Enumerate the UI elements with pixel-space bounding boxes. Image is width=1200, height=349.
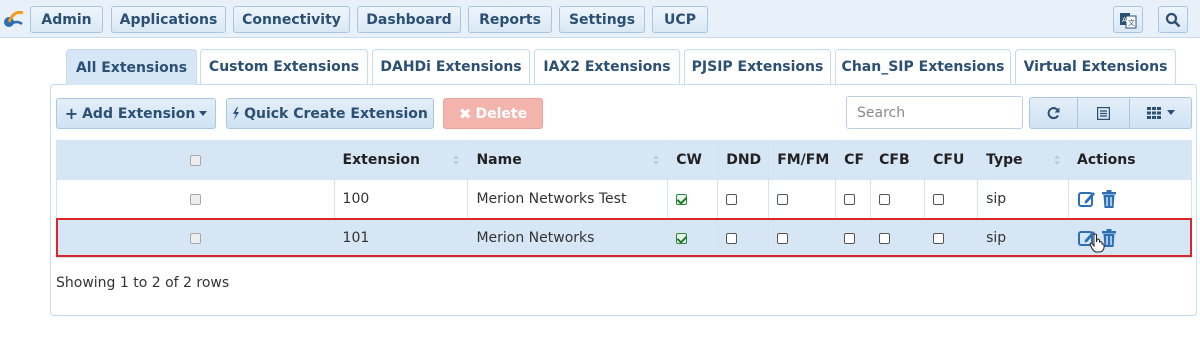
search-input[interactable]: [846, 96, 1023, 129]
search-icon: [1165, 12, 1181, 27]
caret-down-icon: [1166, 110, 1175, 115]
table-header-row: Extension Name CW DND FM/FM CF CFB CFU T…: [56, 140, 1192, 180]
sort-icon: [1054, 155, 1061, 165]
trash-icon[interactable]: [1101, 189, 1117, 209]
header-dnd: DND: [717, 140, 770, 180]
row-select-checkbox[interactable]: [189, 193, 201, 205]
svg-text:文: 文: [1128, 18, 1135, 27]
nav-dashboard[interactable]: Dashboard: [357, 6, 461, 33]
extension-cell: 101: [333, 218, 469, 258]
cfu-checkbox[interactable]: [933, 193, 945, 205]
sort-icon: [453, 155, 460, 165]
tab-custom-extensions[interactable]: Custom Extensions: [200, 49, 368, 84]
name-cell: Merion Networks: [467, 218, 669, 258]
language-icon: A 文: [1120, 12, 1137, 28]
refresh-icon: [1047, 106, 1060, 119]
dnd-checkbox[interactable]: [726, 193, 738, 205]
header-cfb: CFB: [870, 140, 926, 180]
extensions-table: Extension Name CW DND FM/FM CF CFB CFU T…: [56, 140, 1192, 258]
cfb-checkbox[interactable]: [879, 193, 891, 205]
header-extension[interactable]: Extension: [333, 140, 469, 180]
grid-icon: [1146, 107, 1161, 119]
fmfm-checkbox[interactable]: [777, 232, 789, 244]
cw-checkbox[interactable]: [676, 232, 688, 244]
language-button[interactable]: A 文: [1113, 6, 1143, 33]
tab-dahdi-extensions[interactable]: DAHDi Extensions: [372, 49, 530, 84]
pagination-info: Showing 1 to 2 of 2 rows: [56, 275, 230, 291]
top-navbar: Admin Applications Connectivity Dashboar…: [0, 0, 1200, 38]
table-row: 100 Merion Networks Test sip: [56, 179, 1192, 219]
cfu-checkbox[interactable]: [933, 232, 945, 244]
quick-create-label: Quick Create Extension: [244, 105, 428, 122]
fmfm-checkbox[interactable]: [777, 193, 789, 205]
list-icon: [1097, 106, 1110, 120]
header-cw: CW: [667, 140, 719, 180]
select-all-header[interactable]: [56, 140, 335, 180]
add-extension-label: Add Extension: [82, 105, 196, 122]
extension-cell: 100: [333, 179, 469, 219]
quick-create-extension-button[interactable]: Quick Create Extension: [226, 98, 434, 129]
header-actions: Actions: [1068, 140, 1192, 180]
type-cell: sip: [977, 218, 1070, 258]
type-cell: sip: [977, 179, 1070, 219]
table-row: 101 Merion Networks sip: [56, 218, 1192, 258]
cw-checkbox[interactable]: [676, 193, 688, 205]
edit-icon[interactable]: [1077, 189, 1097, 209]
add-extension-button[interactable]: + Add Extension: [56, 98, 216, 129]
plus-icon: +: [64, 104, 79, 123]
nav-ucp[interactable]: UCP: [652, 6, 708, 33]
caret-down-icon: [199, 110, 208, 116]
close-icon: ✖: [458, 104, 472, 123]
delete-label: Delete: [475, 105, 528, 122]
dnd-checkbox[interactable]: [726, 232, 738, 244]
name-cell: Merion Networks Test: [467, 179, 669, 219]
row-select-checkbox[interactable]: [189, 232, 201, 244]
nav-applications[interactable]: Applications: [111, 6, 226, 33]
cf-checkbox[interactable]: [844, 193, 856, 205]
header-fmfm: FM/FM: [768, 140, 837, 180]
freepbx-logo-icon[interactable]: [2, 8, 24, 30]
nav-reports[interactable]: Reports: [468, 6, 552, 33]
cf-checkbox[interactable]: [844, 232, 856, 244]
tab-virtual-extensions[interactable]: Virtual Extensions: [1015, 49, 1176, 84]
bolt-icon: [233, 107, 240, 120]
search-button[interactable]: [1158, 6, 1188, 33]
svg-text:A: A: [1122, 16, 1127, 24]
tab-pjsip-extensions[interactable]: PJSIP Extensions: [684, 49, 831, 84]
header-type[interactable]: Type: [977, 140, 1070, 180]
delete-button[interactable]: ✖ Delete: [443, 98, 543, 129]
tab-iax2-extensions[interactable]: IAX2 Extensions: [534, 49, 680, 84]
toggle-view-button[interactable]: [1077, 97, 1130, 129]
cfb-checkbox[interactable]: [879, 232, 891, 244]
nav-admin[interactable]: Admin: [30, 6, 103, 33]
nav-connectivity[interactable]: Connectivity: [233, 6, 350, 33]
select-all-checkbox[interactable]: [189, 154, 201, 166]
header-name[interactable]: Name: [467, 140, 669, 180]
hand-cursor-icon: [1089, 233, 1105, 253]
tab-all-extensions[interactable]: All Extensions: [66, 49, 197, 85]
columns-dropdown-button[interactable]: [1129, 97, 1192, 129]
header-cf: CF: [835, 140, 872, 180]
refresh-button[interactable]: [1029, 97, 1078, 129]
nav-settings[interactable]: Settings: [559, 6, 645, 33]
header-cfu: CFU: [924, 140, 979, 180]
tab-chansip-extensions[interactable]: Chan_SIP Extensions: [835, 49, 1011, 84]
sort-icon: [653, 155, 660, 165]
